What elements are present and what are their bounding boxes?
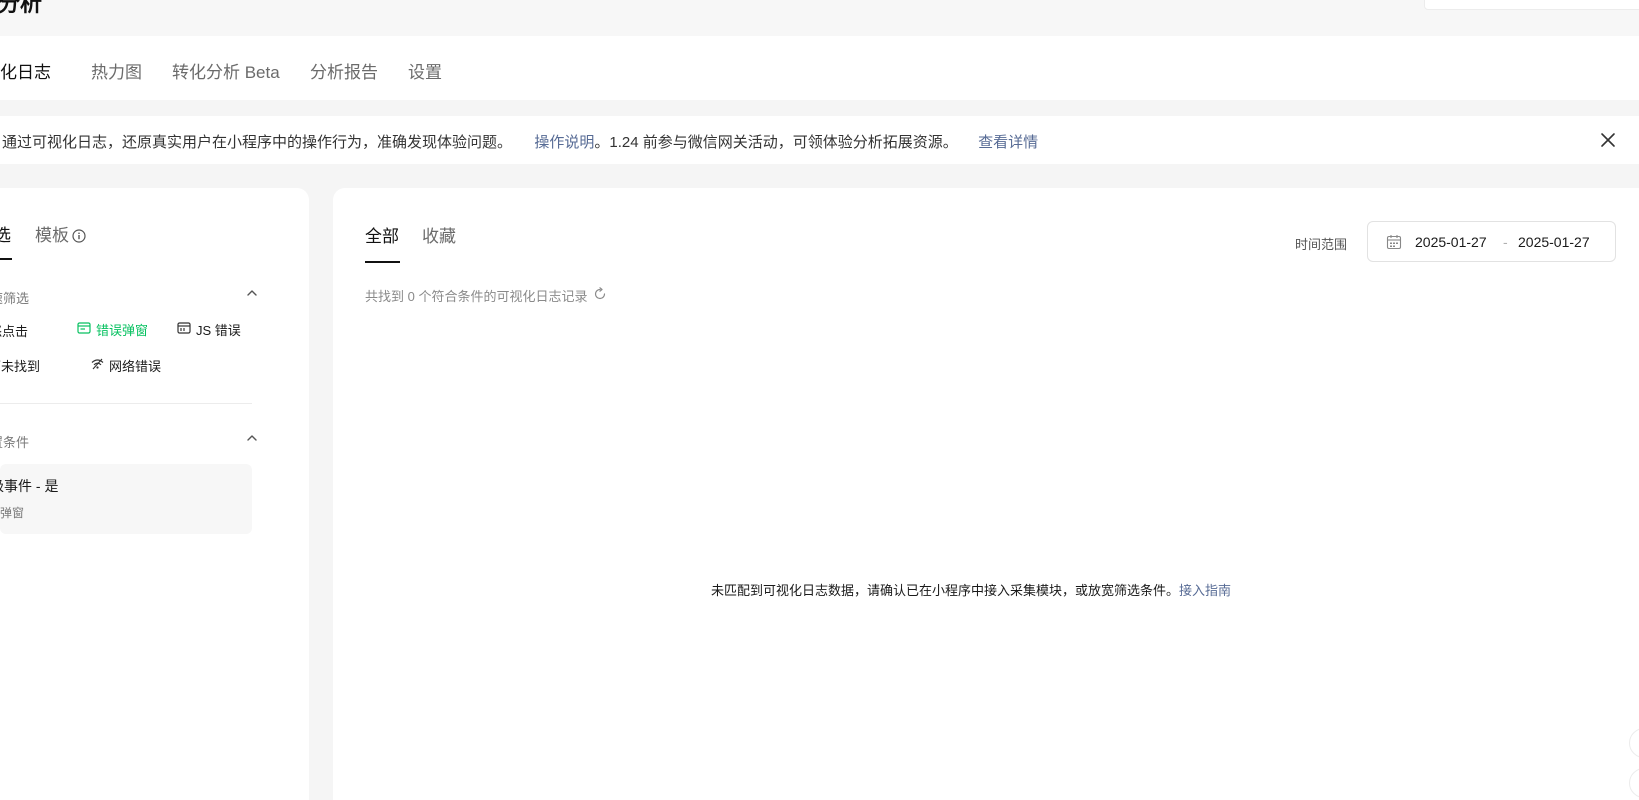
chip-angry-click[interactable]: 愤怒点击 (0, 321, 28, 340)
tab-report[interactable]: 分析报告 (310, 58, 378, 83)
chevron-up-icon[interactable] (245, 286, 259, 300)
chip-page-not-found-label: 页面未找到 (0, 359, 41, 374)
view-details-link[interactable]: 查看详情 (978, 134, 1038, 151)
instructions-link[interactable]: 操作说明 (534, 134, 594, 151)
log-list-panel: 全部 收藏 时间范围 2025-01-27 - 2025-01-27 共找到 0… (333, 188, 1639, 800)
condition-sub: 错误弹窗 (0, 506, 25, 520)
result-count-text: 共找到 0 个符合条件的可视化日志记录 (365, 289, 588, 304)
error-popup-icon (77, 322, 91, 337)
date-start[interactable]: 2025-01-27 (1415, 234, 1487, 250)
tab-filter[interactable]: 筛选 (0, 221, 11, 246)
network-error-icon (91, 358, 104, 373)
calendar-icon (1386, 234, 1402, 255)
tab-underline (0, 258, 12, 260)
empty-state-message: 未匹配到可视化日志数据，请确认已在小程序中接入采集模块，或放宽筛选条件。接入指南 (711, 580, 1231, 599)
chip-error-popup[interactable]: 错误弹窗 (77, 320, 148, 339)
info-icon[interactable] (72, 228, 86, 248)
result-count: 共找到 0 个符合条件的可视化日志记录 (365, 286, 607, 305)
tab-settings[interactable]: 设置 (408, 58, 442, 83)
notice-text: 通过可视化日志，还原真实用户在小程序中的操作行为，准确发现体验问题。 操作说明。… (2, 131, 1038, 152)
page: 分析 可视化日志 热力图 转化分析 Beta 分析报告 设置 通过可视化日志，还… (0, 0, 1639, 800)
conditions-title: 设置条件 (0, 435, 30, 450)
date-separator: - (1503, 234, 1508, 250)
chip-angry-click-label: 愤怒点击 (0, 324, 29, 339)
empty-state-text: 未匹配到可视化日志数据，请确认已在小程序中接入采集模块，或放宽筛选条件。 (711, 583, 1180, 598)
time-range-label: 时间范围 (1295, 237, 1348, 252)
chevron-up-icon[interactable] (245, 431, 259, 445)
tab-all[interactable]: 全部 (365, 222, 399, 247)
chip-js-error[interactable]: JS 错误 (177, 320, 241, 339)
js-error-icon (177, 322, 191, 337)
chip-error-popup-label: 错误弹窗 (96, 323, 149, 338)
chip-js-error-label: JS 错误 (196, 323, 241, 338)
header-dropdown[interactable] (1424, 0, 1639, 10)
tab-underline (365, 261, 400, 263)
nav-bar: 可视化日志 热力图 转化分析 Beta 分析报告 设置 (0, 36, 1639, 100)
integration-guide-link[interactable]: 接入指南 (1179, 583, 1231, 598)
quick-filter-title: 快速筛选 (0, 291, 30, 306)
condition-main: 消极事件 - 是 (0, 478, 59, 494)
tab-heatmap[interactable]: 热力图 (91, 58, 142, 83)
filter-panel: 筛选 模板 快速筛选 愤怒点击 错误弹窗 JS 错误 页面未找到 网络错误 设置… (0, 188, 309, 800)
close-icon[interactable] (1597, 129, 1619, 151)
date-end[interactable]: 2025-01-27 (1518, 234, 1590, 250)
chip-page-not-found[interactable]: 页面未找到 (0, 356, 40, 375)
tab-favorites[interactable]: 收藏 (422, 222, 456, 247)
top-header: 分析 (0, 0, 1639, 36)
tab-template-label: 模板 (35, 226, 69, 245)
chip-network-error[interactable]: 网络错误 (91, 356, 161, 375)
refresh-icon[interactable] (593, 287, 607, 304)
notice-bar: 通过可视化日志，还原真实用户在小程序中的操作行为，准确发现体验问题。 操作说明。… (0, 116, 1639, 164)
page-title: 分析 (0, 0, 43, 16)
chip-network-error-label: 网络错误 (109, 359, 162, 374)
tab-conversion[interactable]: 转化分析 Beta (172, 58, 280, 83)
divider (0, 403, 252, 404)
tab-visual-log[interactable]: 可视化日志 (0, 58, 51, 83)
condition-card[interactable]: 消极事件 - 是 错误弹窗 (0, 464, 252, 534)
notice-text-2: 。1.24 前参与微信网关活动，可领体验分析拓展资源。 (594, 134, 958, 151)
tab-template[interactable]: 模板 (35, 221, 86, 248)
notice-text-1: 通过可视化日志，还原真实用户在小程序中的操作行为，准确发现体验问题。 (2, 134, 513, 151)
date-range-picker[interactable]: 2025-01-27 - 2025-01-27 (1367, 221, 1616, 262)
